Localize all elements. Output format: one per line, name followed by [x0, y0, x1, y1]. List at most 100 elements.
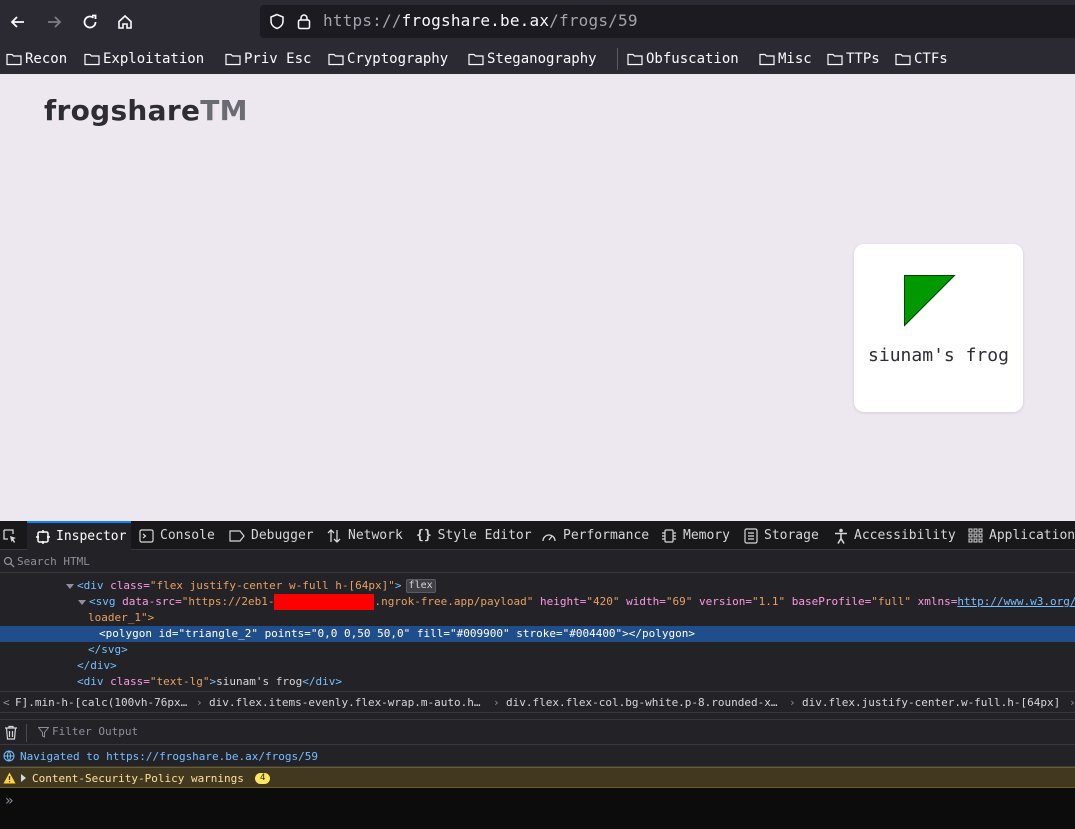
back-button[interactable]: [5, 9, 31, 35]
search-icon: [3, 556, 15, 568]
trash-icon[interactable]: [4, 725, 18, 740]
bookmark-label: Exploitation: [103, 51, 205, 67]
tab-storage[interactable]: Storage: [744, 521, 819, 550]
accessibility-icon: [835, 528, 847, 544]
attr-name: width=: [619, 595, 666, 608]
tree-node-polygon-selected[interactable]: <polygon id="triangle_2" points="0,0 0,5…: [0, 626, 1075, 642]
chevron-right-icon[interactable]: ›: [1069, 696, 1075, 709]
tree-node-text-div[interactable]: <div class="text-lg">siunam's frog</div>: [0, 674, 1075, 690]
breadcrumb-item[interactable]: F].min-h-[calc(100vh-76px…: [15, 696, 187, 709]
tab-label: Style Editor: [437, 528, 532, 543]
bookmark-separator: [617, 48, 618, 70]
warning-message: Content-Security-Policy warnings: [32, 772, 244, 785]
inspector-icon: [36, 529, 50, 544]
back-icon: [10, 16, 24, 28]
lock-icon[interactable]: [297, 13, 311, 34]
frog-card[interactable]: siunam's frog: [854, 244, 1023, 412]
chevron-right-icon: ›: [789, 696, 796, 709]
bookmark-ttps[interactable]: TTPs: [827, 49, 880, 69]
devtools-tabbar: Inspector Console Debugger Network {} St…: [0, 521, 1075, 550]
braces-icon: {}: [416, 528, 432, 543]
tab-network[interactable]: Network: [326, 521, 403, 550]
breadcrumb-item[interactable]: div.flex.items-evenly.flex-wrap.m-auto.h…: [209, 696, 481, 709]
element-picker-button[interactable]: [0, 521, 26, 550]
shield-icon[interactable]: [269, 13, 285, 34]
tab-performance[interactable]: Performance: [541, 521, 649, 550]
breadcrumb-item[interactable]: div.flex.flex-col.bg-white.p-8.rounded-x…: [506, 696, 778, 709]
page-content: frogshareTM siunam's frog: [0, 74, 1075, 521]
attr-name: xmlns=: [910, 595, 958, 608]
tab-accessibility[interactable]: Accessibility: [834, 521, 956, 550]
expand-arrow-icon[interactable]: [66, 583, 74, 589]
tab-label: Accessibility: [854, 528, 956, 543]
bookmark-cryptography[interactable]: Cryptography: [328, 49, 448, 69]
attr-name: class=: [110, 579, 150, 592]
tree-node-svg-close[interactable]: </svg>: [0, 642, 1075, 658]
home-button[interactable]: [112, 9, 138, 35]
chevron-left-icon[interactable]: <: [3, 696, 10, 709]
tab-label: Console: [160, 528, 215, 543]
picker-icon: [3, 528, 16, 543]
bookmark-misc[interactable]: Misc: [759, 49, 812, 69]
console-input[interactable]: »: [0, 788, 1075, 829]
html-search-field[interactable]: Search HTML: [0, 551, 1075, 573]
attr-name: version=: [692, 595, 752, 608]
site-logo[interactable]: frogshareTM: [44, 94, 248, 127]
bookmark-ctfs[interactable]: CTFs: [895, 49, 948, 69]
text-node: siunam's frog: [216, 675, 303, 688]
toolbar-divider: [26, 724, 27, 742]
bookmark-recon[interactable]: Recon: [6, 49, 67, 69]
bookmark-steganography[interactable]: Steganography: [468, 49, 597, 69]
tab-debugger[interactable]: Debugger: [229, 521, 314, 550]
url-bar[interactable]: https://frogshare.be.ax/frogs/59: [260, 5, 1075, 38]
tab-inspector[interactable]: Inspector: [27, 521, 131, 550]
forward-button[interactable]: [41, 9, 67, 35]
bookmark-label: Misc: [778, 51, 812, 67]
bookmark-label: CTFs: [914, 51, 948, 67]
tab-application[interactable]: Application: [968, 521, 1075, 550]
folder-icon: [6, 53, 22, 66]
url-text[interactable]: https://frogshare.be.ax/frogs/59: [323, 11, 638, 30]
storage-icon: [744, 527, 758, 544]
bookmark-priv-esc[interactable]: Priv Esc: [225, 49, 311, 69]
chevron-right-icon: ›: [493, 696, 500, 709]
tree-node-svg-continued: loader_1">: [0, 610, 1075, 626]
tab-console[interactable]: Console: [139, 521, 215, 550]
reload-icon: [83, 14, 97, 29]
expand-arrow-icon[interactable]: [78, 599, 86, 605]
breadcrumb: < F].min-h-[calc(100vh-76px… › div.flex.…: [0, 691, 1075, 713]
url-scheme: https://: [323, 11, 402, 30]
console-icon: [139, 528, 154, 543]
brand-name: frogshare: [44, 94, 201, 127]
browser-toolbar: https://frogshare.be.ax/frogs/59: [0, 0, 1075, 44]
filter-output-field[interactable]: Filter Output: [52, 725, 138, 738]
console-log-warning[interactable]: Content-Security-Policy warnings 4: [0, 767, 1075, 788]
bookmark-obfuscation[interactable]: Obfuscation: [627, 49, 739, 69]
tab-style-editor[interactable]: {} Style Editor: [416, 521, 532, 550]
frog-image: [904, 275, 956, 327]
bookmark-exploitation[interactable]: Exploitation: [84, 49, 204, 69]
flex-badge[interactable]: flex: [405, 579, 436, 593]
folder-icon: [827, 53, 843, 66]
tree-node-div[interactable]: <div class="flex justify-center w-full h…: [0, 578, 1075, 594]
tab-label: Debugger: [251, 528, 314, 543]
reload-button[interactable]: [77, 9, 103, 35]
tab-label: Performance: [563, 528, 650, 543]
debugger-icon: [229, 529, 245, 542]
folder-icon: [895, 53, 911, 66]
gauge-icon: [542, 533, 556, 541]
attr-value: "https://2eb1-: [181, 595, 275, 608]
bookmark-label: Cryptography: [347, 51, 449, 67]
tab-memory[interactable]: Memory: [661, 521, 730, 550]
expand-arrow-icon[interactable]: [21, 774, 26, 782]
tree-node-div-close[interactable]: </div>: [0, 658, 1075, 674]
markup-tree: <div class="flex justify-center w-full h…: [0, 574, 1075, 690]
breadcrumb-item[interactable]: div.flex.justify-center.w-full.h-[64px]: [802, 696, 1060, 709]
url-host: frogshare.be.ax: [401, 11, 550, 30]
attr-name: height=: [533, 595, 587, 608]
xmlns-link[interactable]: http://www.w3.org/2: [957, 595, 1075, 608]
forward-icon: [48, 16, 62, 28]
tree-node-svg[interactable]: <svg data-src="https://2eb1- .ngrok-free.…: [0, 594, 1075, 610]
tag-close: </div>: [77, 659, 117, 672]
navigated-message[interactable]: Navigated to https://frogshare.be.ax/fro…: [20, 750, 318, 763]
